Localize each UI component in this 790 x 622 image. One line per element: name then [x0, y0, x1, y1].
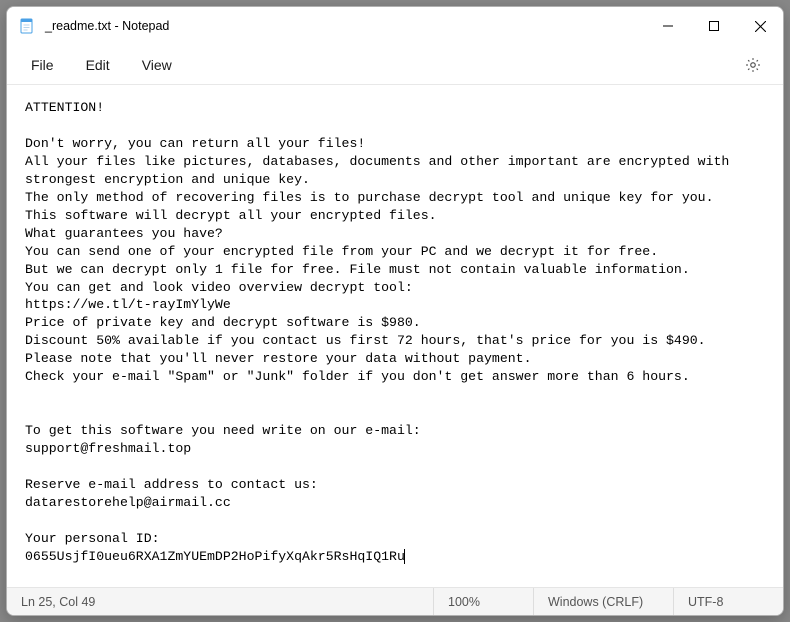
maximize-button[interactable]: [691, 7, 737, 45]
status-line-ending: Windows (CRLF): [533, 588, 673, 615]
menu-view[interactable]: View: [128, 51, 186, 79]
window-controls: [645, 7, 783, 45]
text-caret: [404, 549, 405, 564]
text-area[interactable]: ATTENTION! Don't worry, you can return a…: [7, 85, 783, 587]
notepad-window: _readme.txt - Notepad File Edit View ATT…: [6, 6, 784, 616]
menubar: File Edit View: [7, 45, 783, 85]
document-text: ATTENTION! Don't worry, you can return a…: [25, 100, 737, 564]
statusbar: Ln 25, Col 49 100% Windows (CRLF) UTF-8: [7, 587, 783, 615]
titlebar: _readme.txt - Notepad: [7, 7, 783, 45]
status-charset: UTF-8: [673, 588, 783, 615]
minimize-button[interactable]: [645, 7, 691, 45]
menu-file[interactable]: File: [17, 51, 68, 79]
settings-button[interactable]: [737, 49, 769, 81]
close-button[interactable]: [737, 7, 783, 45]
window-title: _readme.txt - Notepad: [45, 19, 645, 33]
status-position: Ln 25, Col 49: [7, 588, 433, 615]
menu-edit[interactable]: Edit: [72, 51, 124, 79]
notepad-icon: [19, 18, 35, 34]
status-zoom: 100%: [433, 588, 533, 615]
